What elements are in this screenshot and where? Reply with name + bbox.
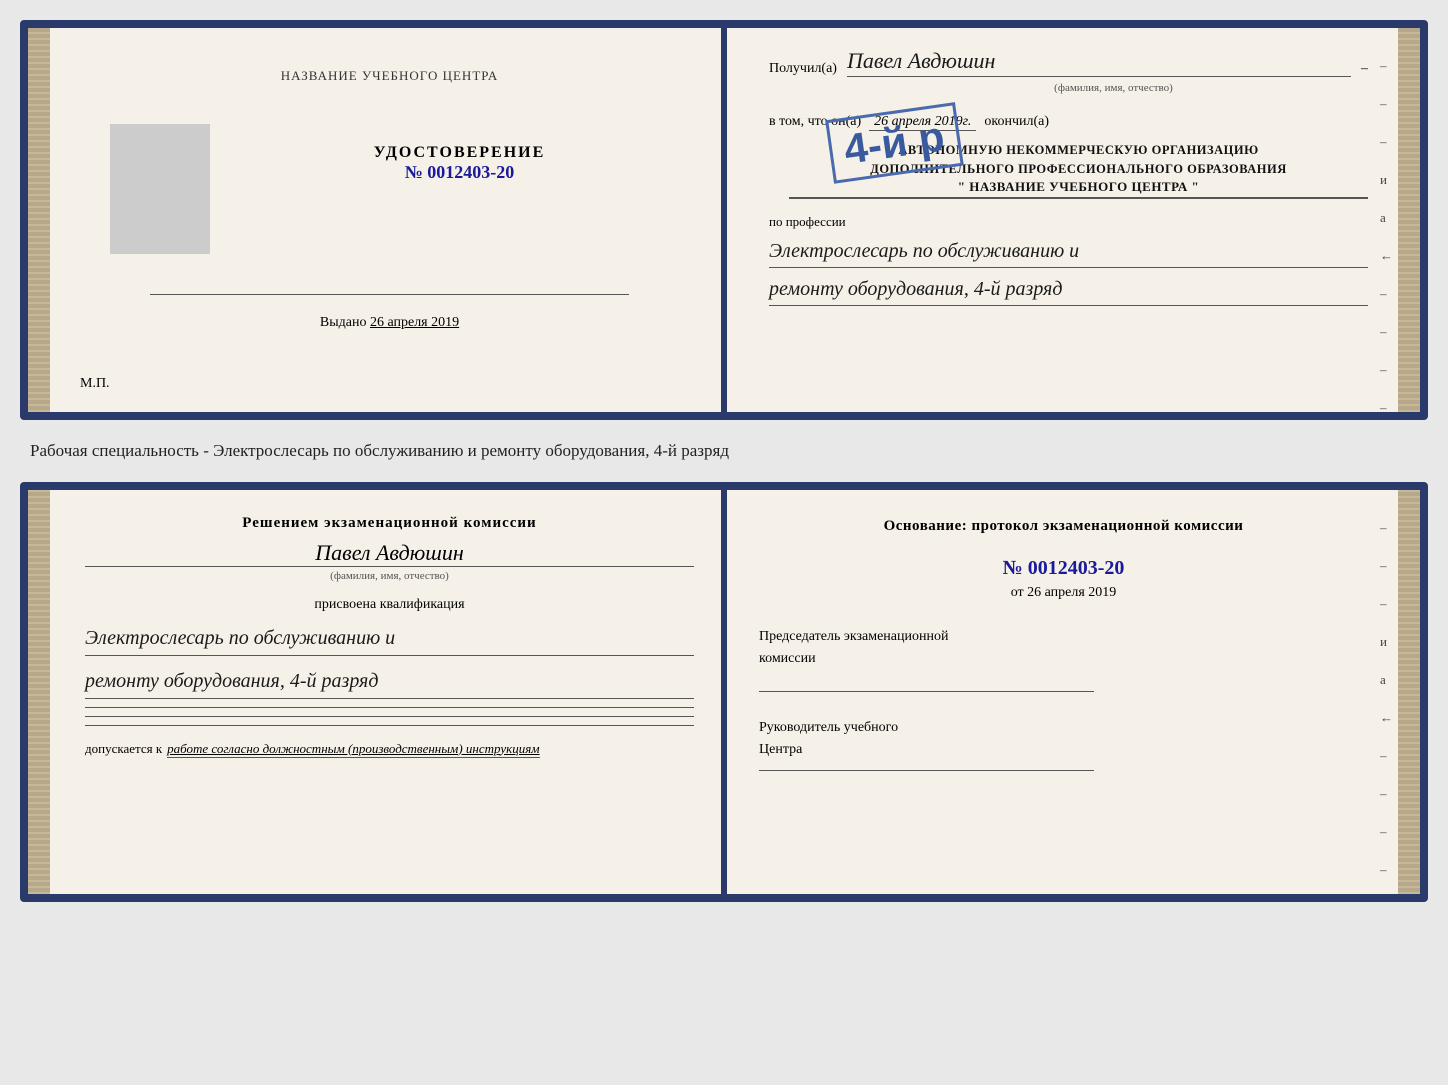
spine-right-bottom [1398, 490, 1420, 894]
right-dashes-bottom: – – – и а ← – – – – [1380, 520, 1393, 878]
ot-date: от 26 апреля 2019 [759, 585, 1368, 601]
dopuskaetsya-row: допускается к работе согласно должностны… [85, 741, 694, 758]
chairman-line2: комиссии [759, 648, 1368, 670]
rukovoditel-line2: Центра [759, 739, 1368, 761]
org-line2: ДОПОЛНИТЕЛЬНОГО ПРОФЕССИОНАЛЬНОГО ОБРАЗО… [789, 160, 1368, 179]
protocol-number: № 0012403-20 [759, 557, 1368, 580]
po-professii-label: по профессии [769, 214, 1368, 230]
rukovoditel-line1: Руководитель учебного [759, 717, 1368, 739]
top-left-panel: НАЗВАНИЕ УЧЕБНОГО ЦЕНТРА УДОСТОВЕРЕНИЕ №… [50, 28, 729, 412]
right-dashes-top: – – – и а ← – – – – [1380, 58, 1393, 416]
profession-text-2: ремонту оборудования, 4-й разряд [769, 273, 1368, 306]
org-name: " НАЗВАНИЕ УЧЕБНОГО ЦЕНТРА " [789, 179, 1368, 199]
cert-vydano: Выдано 26 апреля 2019 [320, 315, 459, 331]
profession-text-1: Электрослесарь по обслуживанию и [769, 235, 1368, 268]
cert-center-title: НАЗВАНИЕ УЧЕБНОГО ЦЕНТРА [281, 68, 498, 84]
bottom-line-3 [85, 725, 694, 726]
osnovanie-text: Основание: протокол экзаменационной коми… [759, 515, 1368, 538]
udostoverenie-label: УДОСТОВЕРЕНИЕ [374, 144, 546, 162]
qualification-text-1: Электрослесарь по обслуживанию и [85, 621, 694, 656]
mp-text: М.П. [80, 376, 110, 392]
dopuskaetsya-label: допускается к [85, 741, 162, 757]
bottom-document: Решением экзаменационной комиссии Павел … [20, 482, 1428, 902]
fio-subtitle-top: (фамилия, имя, отчество) [859, 82, 1368, 94]
vtom-row: в том, что он(а) 26 апреля 2019г. окончи… [769, 114, 1368, 131]
poluchil-row: Получил(а) Павел Авдюшин – [769, 48, 1368, 77]
spine-right [1398, 28, 1420, 412]
ot-date-value: 26 апреля 2019 [1027, 585, 1116, 600]
recipient-name: Павел Авдюшин [847, 48, 1351, 77]
prisvoyena-label: присвоена квалификация [85, 597, 694, 613]
vydano-label: Выдано [320, 315, 367, 330]
vtom-label: в том, что он(а) [769, 114, 861, 130]
rukovoditel-text: Руководитель учебного Центра [759, 717, 1368, 762]
dopuskaetsya-text: работе согласно должностным (производств… [167, 741, 539, 758]
chairman-text: Председатель экзаменационной комиссии [759, 626, 1368, 671]
chairman-sig-line [759, 691, 1094, 692]
page-wrapper: НАЗВАНИЕ УЧЕБНОГО ЦЕНТРА УДОСТОВЕРЕНИЕ №… [20, 20, 1428, 902]
bottom-left-panel: Решением экзаменационной комиссии Павел … [50, 490, 729, 894]
rukovoditel-sig-line [759, 770, 1094, 771]
spine-left [28, 28, 50, 412]
photo-placeholder [110, 124, 210, 254]
org-line1: АВТОНОМНУЮ НЕКОММЕРЧЕСКУЮ ОРГАНИЗАЦИЮ [789, 141, 1368, 160]
poluchil-label: Получил(а) [769, 61, 837, 77]
spine-left-bottom [28, 490, 50, 894]
cert-divider-line [150, 294, 629, 295]
stamp-container: 4-й р АВТОНОМНУЮ НЕКОММЕРЧЕСКУЮ ОРГАНИЗА… [769, 141, 1368, 199]
top-right-panel: Получил(а) Павел Авдюшин – (фамилия, имя… [729, 28, 1398, 412]
bottom-recipient-name: Павел Авдюшин [85, 540, 694, 567]
ot-label: от [1011, 585, 1024, 600]
vtom-date: 26 апреля 2019г. [869, 114, 976, 131]
vydano-date: 26 апреля 2019 [370, 315, 459, 330]
bottom-line-1 [85, 707, 694, 708]
chairman-line1: Председатель экзаменационной [759, 626, 1368, 648]
poluchil-dash: – [1361, 61, 1368, 77]
bottom-fio-sub: (фамилия, имя, отчество) [85, 570, 694, 582]
top-document: НАЗВАНИЕ УЧЕБНОГО ЦЕНТРА УДОСТОВЕРЕНИЕ №… [20, 20, 1428, 420]
resheniem-title: Решением экзаменационной комиссии [85, 515, 694, 532]
bottom-line-2 [85, 716, 694, 717]
cert-number: № 0012403-20 [405, 162, 515, 183]
middle-description: Рабочая специальность - Электрослесарь п… [20, 438, 1428, 464]
bottom-right-panel: Основание: протокол экзаменационной коми… [729, 490, 1398, 894]
qualification-text-2: ремонту оборудования, 4-й разряд [85, 664, 694, 699]
okonchil-label: окончил(а) [984, 114, 1049, 130]
